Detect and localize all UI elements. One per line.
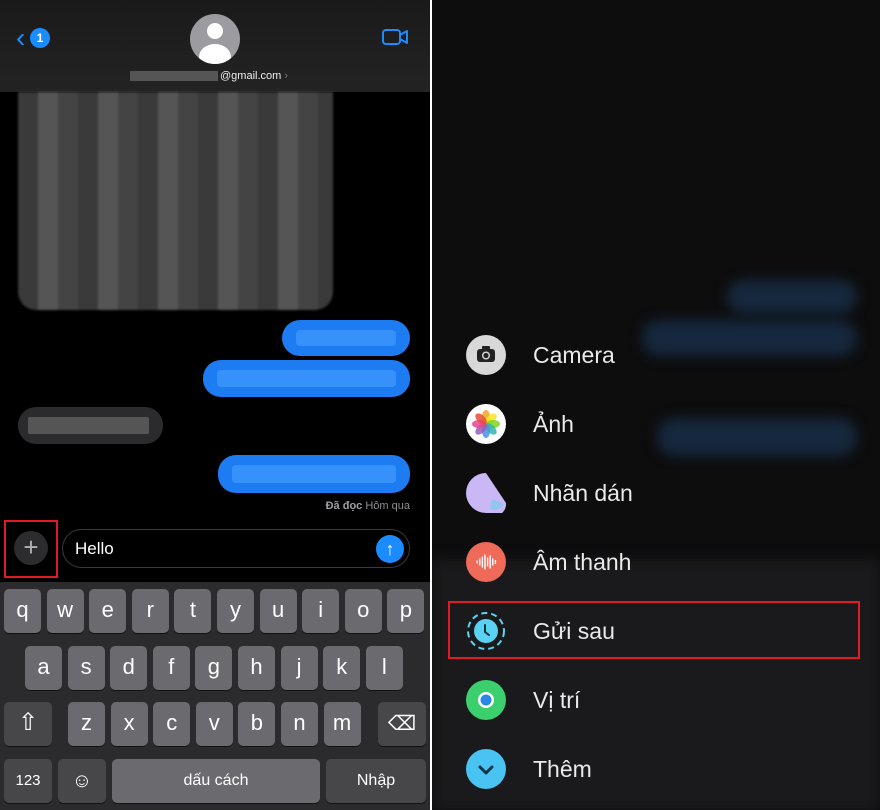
apps-menu-screen: Camera Ảnh Nhãn dán Âm thanh Gửi sau Vị trí Th…	[432, 0, 880, 810]
key-q[interactable]: q	[4, 589, 41, 633]
menu-item-label: Thêm	[533, 755, 592, 782]
contact-avatar[interactable]	[190, 14, 240, 64]
photos-icon	[466, 404, 506, 444]
sent-message[interactable]	[203, 360, 410, 397]
key-s[interactable]: s	[67, 646, 105, 690]
sent-message[interactable]	[282, 320, 410, 356]
menu-item-label: Vị trí	[533, 686, 581, 713]
key-e[interactable]: e	[89, 589, 127, 633]
read-receipt: Đã đọc Hôm qua	[325, 500, 410, 512]
conversation-header: ‹ 1 @gmail.com ›	[0, 0, 430, 92]
sent-message[interactable]	[218, 455, 410, 493]
key-m[interactable]: m	[323, 702, 361, 746]
message-input[interactable]: Hello ↑	[62, 529, 410, 568]
key-l[interactable]: l	[365, 646, 403, 690]
apps-plus-button[interactable]: +	[14, 531, 48, 565]
unread-badge[interactable]: 1	[30, 28, 50, 48]
key-z[interactable]: z	[68, 702, 105, 746]
menu-item-audio[interactable]: Âm thanh	[466, 537, 631, 587]
menu-item-label: Âm thanh	[533, 548, 632, 575]
more-icon	[466, 749, 506, 789]
key-y[interactable]: y	[217, 589, 254, 633]
key-d[interactable]: d	[110, 646, 148, 690]
key-w[interactable]: w	[46, 589, 84, 633]
received-image-message[interactable]	[18, 92, 333, 310]
chevron-right-icon: ›	[284, 70, 289, 82]
key-r[interactable]: r	[131, 589, 169, 633]
key-c[interactable]: c	[153, 702, 191, 746]
key-k[interactable]: k	[323, 646, 361, 690]
audio-icon	[466, 542, 506, 582]
key-a[interactable]: a	[25, 646, 62, 690]
key-i[interactable]: i	[302, 589, 340, 633]
video-call-icon[interactable]	[382, 28, 408, 46]
keyboard: ⇧ ⌫ 123 ☺ dấu cách Nhập qwertyuiop asdfgh…	[0, 582, 430, 810]
menu-item-photos[interactable]: Ảnh	[466, 399, 574, 449]
menu-item-label: Nhãn dán	[533, 479, 633, 506]
contact-name[interactable]: @gmail.com ›	[130, 70, 288, 82]
return-key[interactable]: Nhập	[326, 759, 426, 803]
key-g[interactable]: g	[195, 646, 233, 690]
key-j[interactable]: j	[280, 646, 318, 690]
key-o[interactable]: o	[344, 589, 382, 633]
shift-key[interactable]: ⇧	[4, 702, 52, 746]
backspace-key[interactable]: ⌫	[378, 702, 426, 746]
menu-item-sticker[interactable]: Nhãn dán	[466, 468, 633, 518]
emoji-key[interactable]: ☺	[58, 759, 106, 803]
camera-icon	[466, 335, 506, 375]
key-h[interactable]: h	[238, 646, 275, 690]
menu-item-label: Ảnh	[533, 410, 574, 437]
space-key[interactable]: dấu cách	[112, 759, 320, 803]
menu-item-location[interactable]: Vị trí	[466, 675, 580, 725]
contact-email: @gmail.com	[220, 70, 282, 82]
message-input-text: Hello	[75, 539, 114, 558]
sticker-icon	[466, 473, 507, 517]
menu-item-camera[interactable]: Camera	[466, 330, 615, 380]
redacted-name	[130, 71, 218, 82]
messages-screen: ‹ 1 @gmail.com › Đã đọc Hôm qua + Hello …	[0, 0, 430, 810]
key-b[interactable]: b	[238, 702, 276, 746]
back-chevron-icon[interactable]: ‹	[16, 24, 25, 52]
menu-item-label: Camera	[533, 341, 615, 368]
key-p[interactable]: p	[387, 589, 425, 633]
key-n[interactable]: n	[281, 702, 318, 746]
location-icon	[466, 680, 506, 720]
key-v[interactable]: v	[195, 702, 233, 746]
highlight-box	[448, 601, 860, 659]
key-u[interactable]: u	[259, 589, 297, 633]
menu-item-more[interactable]: Thêm	[466, 744, 592, 794]
key-x[interactable]: x	[110, 702, 148, 746]
key-f[interactable]: f	[152, 646, 190, 690]
key-t[interactable]: t	[174, 589, 212, 633]
numbers-key[interactable]: 123	[4, 759, 52, 803]
send-arrow-button[interactable]: ↑	[376, 535, 404, 563]
received-message[interactable]	[18, 407, 163, 444]
